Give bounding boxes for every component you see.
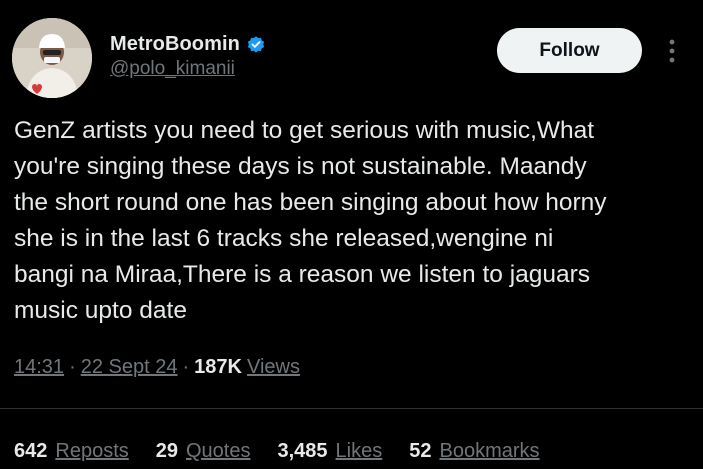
reposts-count: 642 xyxy=(14,440,48,462)
bookmarks-label[interactable]: Bookmarks xyxy=(440,440,540,463)
reposts-label[interactable]: Reposts xyxy=(55,440,128,463)
quotes-label[interactable]: Quotes xyxy=(186,440,250,463)
tweet-meta: 14:31 · 22 Sept 24 · 187K Views xyxy=(14,356,300,379)
quotes-count: 29 xyxy=(155,440,178,462)
bookmarks-count: 52 xyxy=(409,440,432,462)
more-vertical-icon[interactable] xyxy=(662,36,682,66)
divider xyxy=(0,408,703,409)
likes-label[interactable]: Likes xyxy=(336,440,383,463)
author-name-row[interactable]: MetroBoomin xyxy=(110,33,266,56)
meta-separator: · xyxy=(182,356,190,378)
tweet-text: GenZ artists you need to get serious wit… xyxy=(14,117,607,324)
display-name[interactable]: MetroBoomin xyxy=(110,33,240,56)
follow-button[interactable]: Follow xyxy=(497,28,642,73)
avatar-image xyxy=(12,18,92,98)
tweet: MetroBoomin @polo_kimanii Follow GenZ ar… xyxy=(0,0,703,469)
bookmarks-stat[interactable]: 52 Bookmarks xyxy=(409,440,539,463)
likes-count: 3,485 xyxy=(277,440,328,462)
reposts-stat[interactable]: 642 Reposts xyxy=(14,440,129,463)
author-handle[interactable]: @polo_kimanii xyxy=(110,58,235,80)
engagement-stats: 642 Reposts 29 Quotes 3,485 Likes 52 Boo… xyxy=(14,440,567,463)
meta-separator: · xyxy=(69,356,76,378)
quotes-stat[interactable]: 29 Quotes xyxy=(156,440,251,463)
verified-badge-icon xyxy=(246,35,266,55)
views-count: 187K xyxy=(194,356,242,378)
views-label[interactable]: Views xyxy=(247,356,300,379)
tweet-date[interactable]: 22 Sept 24 xyxy=(81,356,178,379)
avatar[interactable] xyxy=(12,18,92,98)
likes-stat[interactable]: 3,485 Likes xyxy=(277,440,382,463)
tweet-time[interactable]: 14:31 xyxy=(14,356,64,379)
